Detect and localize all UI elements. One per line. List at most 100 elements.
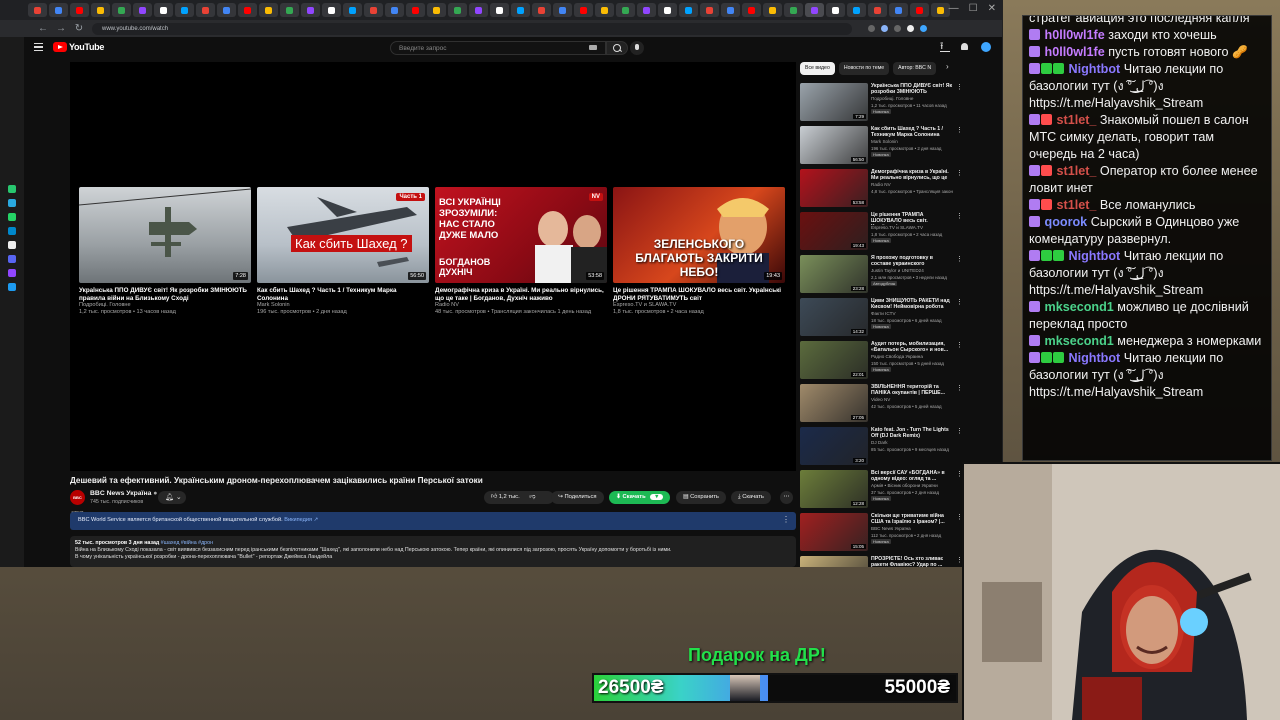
maximize-icon[interactable]: ☐ bbox=[969, 3, 978, 14]
browser-tab[interactable] bbox=[70, 3, 89, 17]
recommendation-item[interactable]: 27:05 ЗВІЛЬНЕННЯ територій та ПАНІКА окуп… bbox=[800, 384, 965, 427]
recommendation-thumbnail[interactable]: 56:50 bbox=[800, 126, 868, 164]
keyboard-icon[interactable] bbox=[589, 45, 597, 50]
recommendation-thumbnail[interactable]: 22:01 bbox=[800, 341, 868, 379]
more-options-icon[interactable]: ⋮ bbox=[956, 298, 963, 306]
end-screen-card[interactable]: ВСІ УКРАЇНЦІ ЗРОЗУМІЛИ: НАС СТАЛО ДУЖЕ М… bbox=[435, 187, 607, 316]
recommendation-title[interactable]: Скільки ще триватиме війна США та Ізраїл… bbox=[871, 513, 953, 526]
more-options-icon[interactable]: ⋮ bbox=[956, 169, 963, 177]
chat-username[interactable]: st1let_ bbox=[1057, 198, 1097, 212]
extension-icon[interactable] bbox=[894, 25, 901, 32]
browser-tab[interactable] bbox=[301, 3, 320, 17]
browser-tab[interactable] bbox=[217, 3, 236, 17]
back-icon[interactable]: ← bbox=[38, 23, 48, 34]
chat-username[interactable]: h0ll0wl1fe bbox=[1045, 28, 1105, 42]
extension-icon[interactable] bbox=[868, 25, 875, 32]
recommendation-item[interactable]: 7:29 Українська ППО ДИВУЄ світ! Як розроб… bbox=[800, 83, 965, 126]
channel-avatar[interactable]: BBC NEWS bbox=[70, 490, 85, 515]
download-button[interactable]: ⬇ Скачать ▾ bbox=[609, 491, 671, 504]
browser-tab[interactable] bbox=[406, 3, 425, 17]
browser-tab[interactable] bbox=[637, 3, 656, 17]
recommendation-channel[interactable]: Подробиці. Головне bbox=[871, 96, 913, 101]
browser-tab[interactable] bbox=[805, 3, 824, 17]
extension-icon[interactable] bbox=[907, 25, 914, 32]
browser-tab[interactable] bbox=[91, 3, 110, 17]
app-icon[interactable] bbox=[8, 283, 16, 291]
browser-tab[interactable] bbox=[784, 3, 803, 17]
browser-tab[interactable] bbox=[553, 3, 572, 17]
more-options-icon[interactable]: ⋮ bbox=[956, 126, 963, 134]
end-screen-card[interactable]: Как сбить Шахед ? Часть 1 56:50 Как сбить Ш… bbox=[257, 187, 429, 316]
chat-username[interactable]: mksecond1 bbox=[1045, 300, 1114, 314]
app-icon[interactable] bbox=[8, 269, 16, 277]
browser-tab[interactable] bbox=[595, 3, 614, 17]
recommendation-thumbnail[interactable]: 3:20 bbox=[800, 427, 868, 465]
end-screen-title[interactable]: Українська ППО ДИВУЄ світ! Як розробки З… bbox=[79, 287, 251, 302]
recommendation-channel[interactable]: Факти ICTV bbox=[871, 311, 896, 316]
recommendation-channel[interactable]: Mark Solonin bbox=[871, 139, 898, 144]
browser-tab[interactable] bbox=[112, 3, 131, 17]
avatar[interactable] bbox=[981, 42, 991, 52]
recommendation-title[interactable]: Как сбить Шахед ? Часть 1 / Техникум Мар… bbox=[871, 126, 953, 139]
browser-tab[interactable] bbox=[889, 3, 908, 17]
end-screen-title[interactable]: Це рішення ТРАМПА ШОКУВАЛО весь світ. Ук… bbox=[613, 287, 785, 302]
description-box[interactable]: 52 тыс. просмотров 3 дня назад #шахед #в… bbox=[70, 536, 796, 567]
recommendation-channel[interactable]: Армія • Вісник оборони України bbox=[871, 483, 938, 488]
recommendation-thumbnail[interactable]: 27:05 bbox=[800, 384, 868, 422]
recommendation-thumbnail[interactable]: 12:28 bbox=[800, 470, 868, 508]
channel-name[interactable]: BBC News Україна ● bbox=[90, 490, 157, 497]
app-icon[interactable] bbox=[8, 255, 16, 263]
recommendation-title[interactable]: Аудит потерь, мобилизация, «Батальон Сыр… bbox=[871, 341, 953, 354]
subscribed-bell-button[interactable]: 🔔︎ ⌄ bbox=[158, 491, 186, 504]
chat-username[interactable]: st1let_ bbox=[1057, 164, 1097, 178]
more-options-icon[interactable]: ⋮ bbox=[956, 384, 963, 392]
chat-username[interactable]: h0ll0wl1fe bbox=[1045, 45, 1105, 59]
recommendation-thumbnail[interactable]: 19:43 bbox=[800, 212, 868, 250]
browser-tab[interactable] bbox=[679, 3, 698, 17]
mic-icon[interactable] bbox=[630, 41, 644, 55]
create-icon[interactable] bbox=[940, 39, 950, 56]
app-icon[interactable] bbox=[8, 227, 16, 235]
save-button[interactable]: ▤ Сохранить bbox=[676, 491, 726, 504]
recommendation-title[interactable]: Я прохожу подготовку в составе украинско… bbox=[871, 255, 953, 268]
more-options-icon[interactable]: ⋮ bbox=[956, 212, 963, 220]
end-screen-thumbnail[interactable]: ЗЕЛЕНСЬКОГО БЛАГАЮТЬ ЗАКРИТИ НЕБО! 19:43 bbox=[613, 187, 785, 283]
browser-tab[interactable] bbox=[721, 3, 740, 17]
browser-tab[interactable] bbox=[385, 3, 404, 17]
browser-tab[interactable] bbox=[364, 3, 383, 17]
app-icon[interactable] bbox=[8, 241, 16, 249]
browser-tab[interactable] bbox=[763, 3, 782, 17]
recommendation-item[interactable]: 19:43 Це рішення ТРАМПА ШОКУВАЛО весь сві… bbox=[800, 212, 965, 255]
recommendation-item[interactable]: 56:50 Как сбить Шахед ? Часть 1 / Технику… bbox=[800, 126, 965, 169]
filter-chip[interactable]: Все видео bbox=[800, 62, 835, 75]
end-screen-channel[interactable]: Radio NV bbox=[435, 302, 607, 309]
forward-icon[interactable]: → bbox=[56, 23, 66, 34]
browser-tab[interactable] bbox=[469, 3, 488, 17]
browser-tab[interactable] bbox=[133, 3, 152, 17]
reload-icon[interactable]: ↻ bbox=[74, 23, 84, 34]
more-options-icon[interactable]: ⋮ bbox=[956, 83, 963, 91]
browser-tab[interactable] bbox=[847, 3, 866, 17]
chat-username[interactable]: qoorok bbox=[1045, 215, 1088, 229]
recommendation-title[interactable]: Українська ППО ДИВУЄ світ! Як розробки З… bbox=[871, 83, 953, 96]
chat-username[interactable]: mksecond1 bbox=[1045, 334, 1114, 348]
app-icon[interactable] bbox=[8, 199, 16, 207]
video-player[interactable]: 7:28 Українська ППО ДИВУЄ світ! Як розроб… bbox=[70, 62, 796, 471]
extension-icon[interactable] bbox=[920, 25, 927, 32]
end-screen-card[interactable]: 7:28 Українська ППО ДИВУЄ світ! Як розроб… bbox=[79, 187, 251, 316]
close-icon[interactable]: ✕ bbox=[988, 3, 996, 14]
browser-tab[interactable] bbox=[448, 3, 467, 17]
chat-username[interactable]: Nightbot bbox=[1069, 249, 1121, 263]
notifications-icon[interactable] bbox=[960, 42, 970, 52]
chat-username[interactable]: Nightbot bbox=[1069, 351, 1121, 365]
recommendation-item[interactable]: 14:32 Циви ЗНИЩУЮТЬ РАКЕТИ над Києвом! Не… bbox=[800, 298, 965, 341]
recommendation-thumbnail[interactable] bbox=[800, 556, 868, 567]
browser-tab[interactable] bbox=[658, 3, 677, 17]
browser-tab[interactable] bbox=[511, 3, 530, 17]
like-dislike-button[interactable]: 👍︎ 1,2 тыс. 👎︎ bbox=[484, 491, 554, 504]
browser-tab[interactable] bbox=[490, 3, 509, 17]
more-options-icon[interactable]: ⋮ bbox=[956, 341, 963, 349]
end-screen-thumbnail[interactable]: Как сбить Шахед ? Часть 1 56:50 bbox=[257, 187, 429, 283]
recommendation-channel[interactable]: Justin Taylor и UNITED24 bbox=[871, 268, 924, 273]
browser-tab[interactable] bbox=[931, 3, 950, 17]
